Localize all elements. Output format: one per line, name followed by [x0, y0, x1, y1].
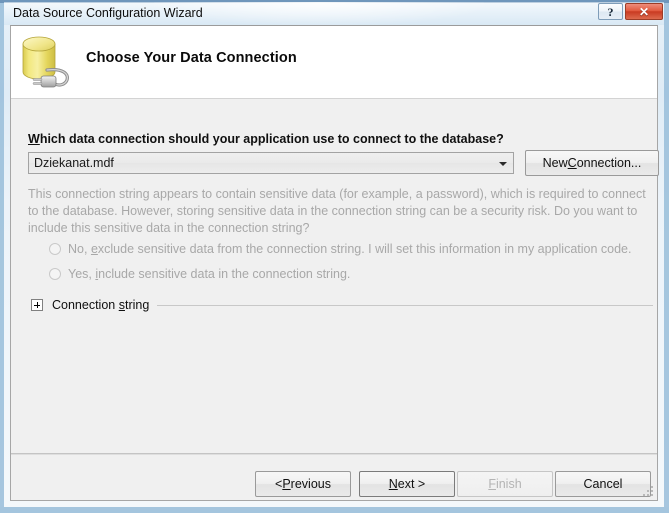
dialog-client-area: Choose Your Data Connection Which data c…	[10, 25, 659, 501]
expander-prefix: Connection	[52, 298, 119, 312]
connection-string-expander[interactable]: Connection string	[31, 297, 653, 313]
finish-button[interactable]: Finish	[457, 471, 553, 497]
cancel-button[interactable]: Cancel	[555, 471, 651, 497]
database-connection-icon	[22, 36, 69, 88]
window-title: Data Source Configuration Wizard	[13, 6, 203, 20]
radio-exclude-sensitive-data[interactable]: No, exclude sensitive data from the conn…	[49, 242, 631, 256]
previous-button[interactable]: < Previous	[255, 471, 351, 497]
new-connection-button[interactable]: New Connection...	[525, 150, 659, 176]
plus-expander-icon[interactable]	[31, 299, 43, 311]
title-bar[interactable]: Data Source Configuration Wizard ? ✕	[4, 2, 664, 25]
radio-exclude-suffix: xclude sensitive data from the connectio…	[97, 242, 632, 256]
new-connection-prefix: New	[542, 156, 568, 170]
title-bar-glow	[154, 2, 484, 25]
header-band: Choose Your Data Connection	[11, 26, 657, 99]
expander-suffix: tring	[124, 298, 150, 312]
next-button[interactable]: Next >	[359, 471, 455, 497]
previous-prefix: <	[275, 477, 283, 491]
radio-circle-icon[interactable]	[49, 268, 61, 280]
help-button[interactable]: ?	[598, 3, 623, 20]
previous-accelerator: P	[282, 477, 291, 491]
radio-exclude-label: No, exclude sensitive data from the conn…	[68, 242, 631, 256]
connection-string-label: Connection string	[52, 298, 149, 312]
radio-include-sensitive-data[interactable]: Yes, include sensitive data in the conne…	[49, 267, 350, 281]
resize-grip[interactable]	[642, 486, 654, 498]
connection-combobox-value: Dziekanat.mdf	[34, 156, 114, 170]
dialog-window: Data Source Configuration Wizard ? ✕ Cho…	[0, 0, 669, 513]
new-connection-suffix: onnection...	[576, 156, 642, 170]
connection-combobox[interactable]: Dziekanat.mdf	[28, 152, 514, 174]
question-accelerator: W	[28, 132, 40, 146]
radio-exclude-accelerator: e	[90, 242, 98, 256]
chevron-down-icon[interactable]	[499, 162, 507, 166]
finish-accelerator: F	[488, 477, 496, 491]
connection-question-label: Which data connection should your applic…	[28, 132, 504, 146]
expander-divider	[157, 304, 653, 306]
new-connection-accelerator: C	[567, 156, 577, 170]
next-suffix: ext >	[397, 477, 426, 491]
radio-include-suffix: nclude sensitive data in the connection …	[98, 267, 351, 281]
footer-bar: < Previous Next > Finish Cancel	[11, 455, 657, 500]
body-content: Which data connection should your applic…	[11, 99, 659, 454]
radio-include-label: Yes, include sensitive data in the conne…	[68, 267, 350, 281]
question-text: hich data connection should your applica…	[39, 132, 504, 146]
radio-exclude-prefix: No,	[68, 242, 91, 256]
close-button[interactable]: ✕	[625, 3, 663, 20]
radio-circle-icon[interactable]	[49, 243, 61, 255]
sensitive-data-description: This connection string appears to contai…	[28, 187, 646, 235]
next-accelerator: N	[388, 477, 398, 491]
radio-include-prefix: Yes,	[68, 267, 96, 281]
previous-suffix: revious	[290, 477, 331, 491]
page-title: Choose Your Data Connection	[86, 50, 297, 66]
finish-suffix: inish	[495, 477, 522, 491]
